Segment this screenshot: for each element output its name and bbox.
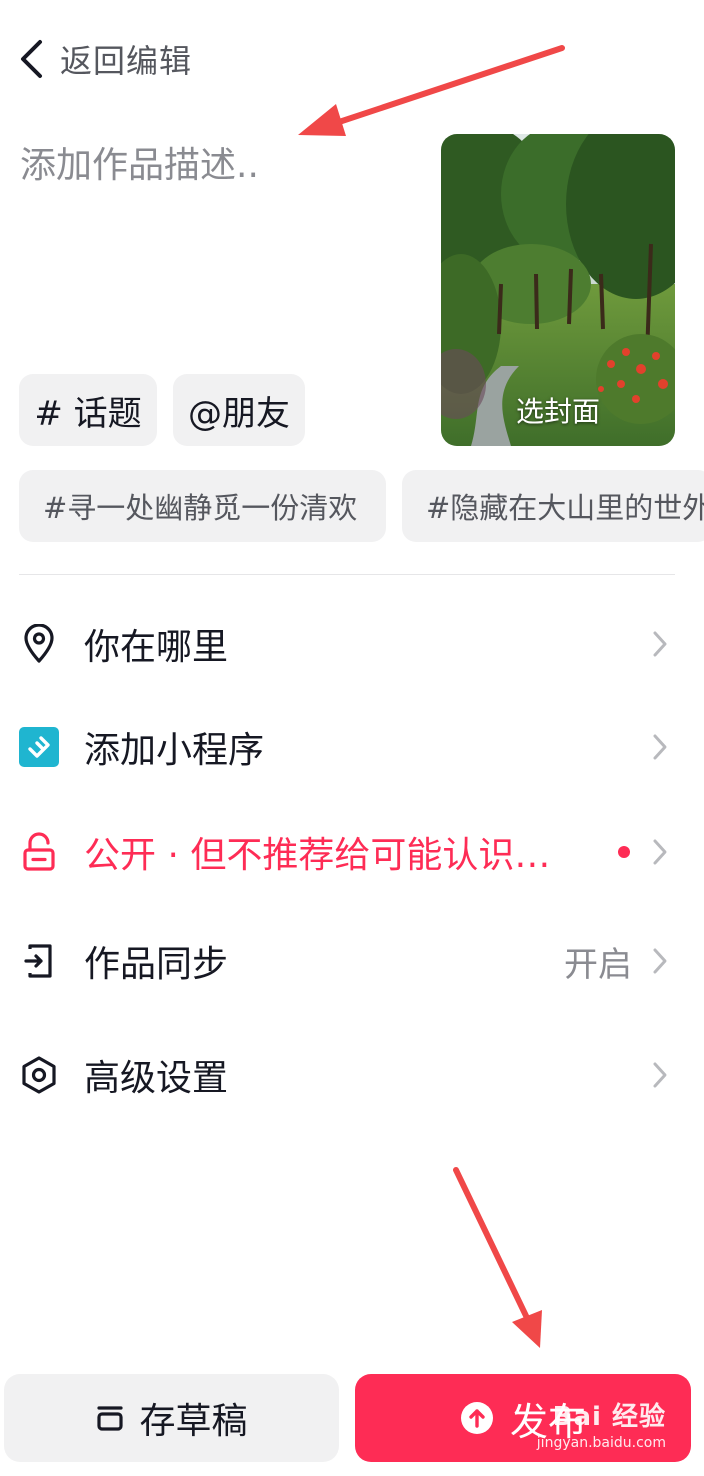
new-indicator-dot: [618, 846, 630, 858]
suggested-topic-2[interactable]: #隐藏在大山里的世外: [402, 470, 704, 542]
location-pin-icon: [18, 623, 60, 665]
cover-picker[interactable]: 选封面: [441, 134, 675, 446]
save-draft-label: 存草稿: [139, 1401, 248, 1442]
location-label: 你在哪里: [84, 627, 229, 668]
chevron-right-icon: [653, 1062, 667, 1088]
advanced-settings-row[interactable]: 高级设置: [0, 1025, 704, 1125]
divider: [19, 574, 675, 575]
sync-status-value: 开启: [564, 944, 632, 985]
mini-program-label: 添加小程序: [84, 730, 265, 771]
settings-hexagon-icon: [18, 1054, 60, 1096]
back-button[interactable]: 返回编辑: [18, 36, 192, 82]
location-row[interactable]: 你在哪里: [0, 594, 704, 694]
description-input[interactable]: [20, 136, 420, 346]
annotation-arrow-publish: [453, 1167, 542, 1348]
chevron-right-icon: [653, 734, 667, 760]
watermark-url: jingyan.baidu.com: [536, 1435, 666, 1451]
cover-label: 选封面: [515, 395, 600, 428]
save-draft-button[interactable]: 存草稿: [4, 1374, 339, 1462]
topic-chip[interactable]: # 话题: [19, 374, 157, 446]
mini-program-icon: [18, 726, 60, 768]
suggested-topic-1[interactable]: #寻一处幽静觅一份清欢: [19, 470, 386, 542]
add-mini-program-row[interactable]: 添加小程序: [0, 697, 704, 797]
unlock-icon: [18, 831, 60, 873]
draft-box-icon: [97, 1406, 124, 1431]
watermark-text: Bai 经验: [552, 1402, 666, 1432]
visibility-label: 公开 · 但不推荐给可能认识…: [84, 835, 551, 876]
chevron-right-icon: [653, 948, 667, 974]
annotation-arrow-description: [298, 45, 565, 136]
upload-arrow-icon: [460, 1402, 493, 1434]
advanced-settings-label: 高级设置: [84, 1058, 229, 1099]
visibility-row[interactable]: 公开 · 但不推荐给可能认识…: [0, 802, 704, 902]
sync-icon: [18, 940, 60, 982]
chevron-left-icon: [21, 40, 42, 78]
back-label: 返回编辑: [60, 42, 193, 80]
sync-row[interactable]: 作品同步 开启: [0, 911, 704, 1011]
chevron-right-icon: [653, 839, 667, 865]
chevron-right-icon: [653, 631, 667, 657]
baidu-jingyan-watermark: Bai 经验 jingyan.baidu.com: [537, 1396, 666, 1451]
sync-label: 作品同步: [84, 944, 229, 985]
mention-friend-chip[interactable]: @朋友: [173, 374, 305, 446]
